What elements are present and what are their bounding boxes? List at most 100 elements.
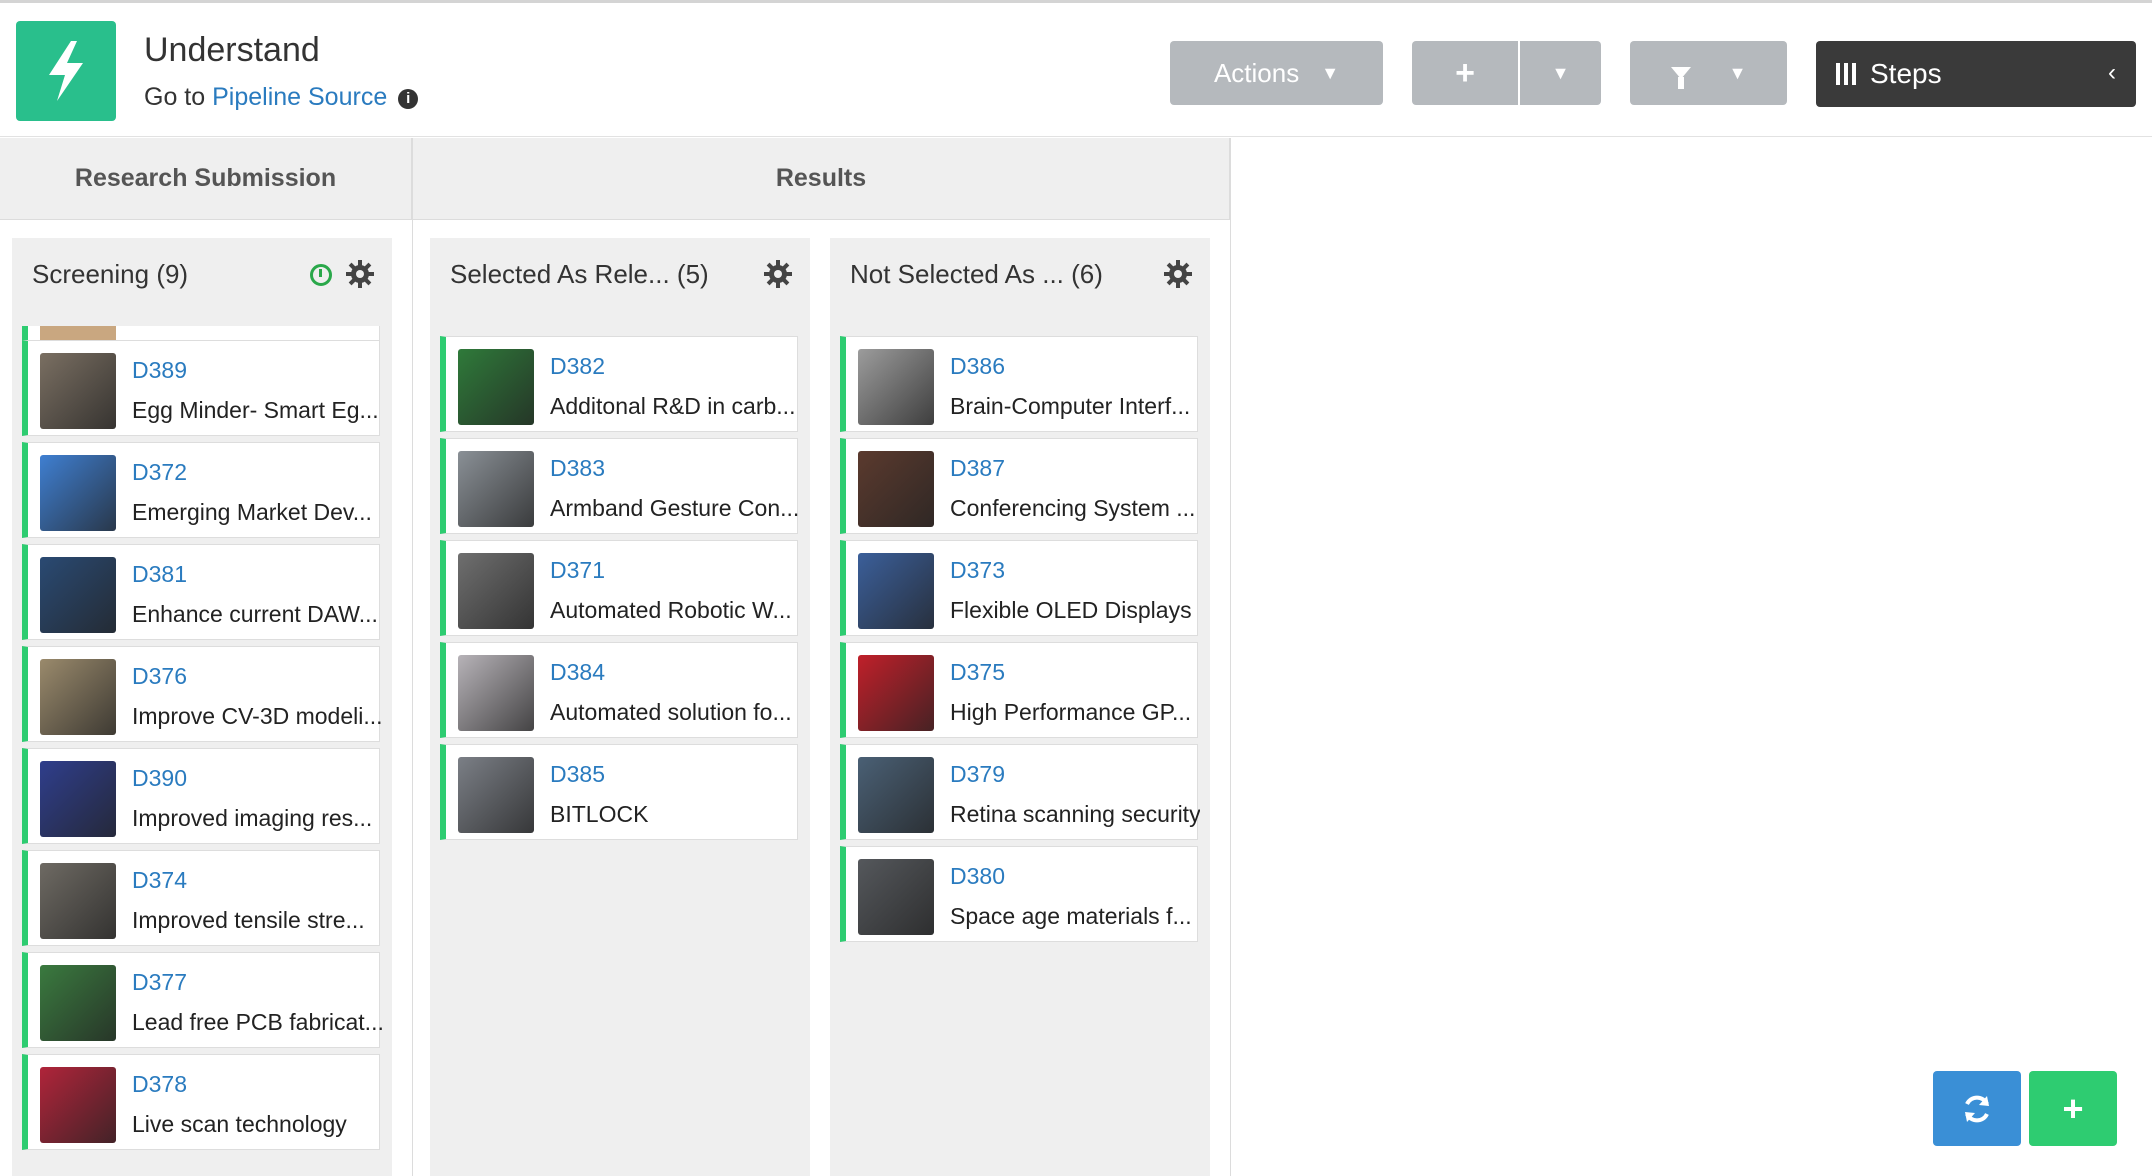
card-title: Space age materials f...: [950, 903, 1192, 929]
card-d383[interactable]: D383 Armband Gesture Con...: [440, 438, 800, 534]
card-thumbnail: [40, 353, 116, 429]
add-item-button[interactable]: +: [2029, 1071, 2117, 1146]
gear-icon[interactable]: [764, 260, 792, 288]
card-id-link[interactable]: D376: [132, 663, 187, 690]
plus-icon: +: [2062, 1087, 2084, 1129]
card-id-link[interactable]: D373: [950, 557, 1005, 584]
lane-cards: D386 Brain-Computer Interf... D387 Conferen…: [830, 326, 1210, 1176]
divider: [1230, 138, 1231, 1176]
clock-icon[interactable]: [310, 264, 332, 286]
caret-down-icon: ▼: [1321, 62, 1340, 83]
card-title: Automated Robotic W...: [550, 597, 792, 623]
card-title: Conferencing System ...: [950, 495, 1196, 521]
actions-button[interactable]: Actions ▼: [1170, 41, 1383, 105]
add-button[interactable]: +: [1412, 41, 1518, 105]
card-title: BITLOCK: [550, 801, 649, 827]
card-title: Armband Gesture Con...: [550, 495, 800, 521]
columns-icon: [1836, 63, 1856, 85]
card-id-link[interactable]: D380: [950, 863, 1005, 890]
card-title: Lead free PCB fabricat...: [132, 1009, 382, 1035]
card-d385[interactable]: D385 BITLOCK: [440, 744, 798, 840]
card-thumbnail: [40, 863, 116, 939]
card-title: Egg Minder- Smart Eg...: [132, 397, 379, 423]
card-id-link[interactable]: D375: [950, 659, 1005, 686]
card-id-link[interactable]: D384: [550, 659, 605, 686]
card-thumbnail: [40, 455, 116, 531]
card-d389[interactable]: D389 Egg Minder- Smart Eg...: [22, 340, 380, 436]
card-id-link[interactable]: D374: [132, 867, 187, 894]
lane-cards: D389 Egg Minder- Smart Eg... D372 Emerging …: [12, 326, 392, 1176]
card-id-link[interactable]: D383: [550, 455, 605, 482]
lane-screening: Screening (9) D389 Egg Minder- Smart Eg..…: [12, 238, 392, 1176]
info-icon[interactable]: i: [398, 89, 419, 109]
card-title: Retina scanning security: [950, 801, 1200, 827]
goto-line: Go to Pipeline Source i: [144, 83, 419, 112]
card-id-link[interactable]: D386: [950, 353, 1005, 380]
card-id-link[interactable]: D378: [132, 1071, 187, 1098]
card-thumbnail: [458, 655, 534, 731]
card-thumbnail: [40, 1067, 116, 1143]
card-id-link[interactable]: D381: [132, 561, 187, 588]
card-id-link[interactable]: D382: [550, 353, 605, 380]
card-id-link[interactable]: D385: [550, 761, 605, 788]
card-title: Enhance current DAW...: [132, 601, 378, 627]
card-title: Flexible OLED Displays: [950, 597, 1192, 623]
card-thumbnail: [40, 761, 116, 837]
card-d374[interactable]: D374 Improved tensile stre...: [22, 850, 380, 946]
card-d386[interactable]: D386 Brain-Computer Interf...: [840, 336, 1198, 432]
card-id-link[interactable]: D379: [950, 761, 1005, 788]
card-id-link[interactable]: D371: [550, 557, 605, 584]
gear-icon[interactable]: [346, 260, 374, 288]
card-d384[interactable]: D384 Automated solution fo...: [440, 642, 798, 738]
refresh-button[interactable]: [1933, 1071, 2021, 1146]
gear-icon[interactable]: [1164, 260, 1192, 288]
goto-prefix: Go to: [144, 83, 206, 111]
card-d379[interactable]: D379 Retina scanning security: [840, 744, 1200, 840]
pipeline-source-link[interactable]: Pipeline Source: [212, 83, 387, 111]
card-thumbnail: [458, 553, 534, 629]
actions-label: Actions: [1213, 57, 1300, 88]
card-d390[interactable]: D390 Improved imaging res...: [22, 748, 380, 844]
card-d371[interactable]: D371 Automated Robotic W...: [440, 540, 798, 636]
lane-title: Selected As Rele...: [450, 258, 670, 289]
card-id-link[interactable]: D389: [132, 357, 187, 384]
card-d378[interactable]: D378 Live scan technology: [22, 1054, 380, 1150]
lane-cards: D382 Additonal R&D in carb... D383 Armband …: [430, 326, 810, 1176]
lane-count: (9): [156, 258, 189, 289]
card-title: Improved imaging res...: [132, 805, 373, 831]
card-d387[interactable]: D387 Conferencing System ...: [840, 438, 1198, 534]
card-title: Improve CV-3D modeli...: [132, 703, 382, 729]
results-header: Results: [413, 138, 1230, 220]
card-d375[interactable]: D375 High Performance GP...: [840, 642, 1198, 738]
steps-button[interactable]: Steps ‹: [1816, 41, 2136, 107]
lane-header: Selected As Rele... (5): [430, 238, 810, 310]
lightning-icon: [49, 41, 83, 101]
card-d377[interactable]: D377 Lead free PCB fabricat...: [22, 952, 382, 1048]
lane-title: Screening: [32, 258, 150, 289]
card-title: Live scan technology: [132, 1111, 347, 1137]
card-id-link[interactable]: D390: [132, 765, 187, 792]
card-d382[interactable]: D382 Additonal R&D in carb...: [440, 336, 798, 432]
card-d373[interactable]: D373 Flexible OLED Displays: [840, 540, 1198, 636]
research-submission-header: Research Submission: [0, 138, 412, 220]
card-thumbnail: [858, 349, 934, 425]
card-title: Additonal R&D in carb...: [550, 393, 796, 419]
card-d376[interactable]: D376 Improve CV-3D modeli...: [22, 646, 382, 742]
caret-down-icon: ▼: [1551, 62, 1570, 83]
card-d381[interactable]: D381 Enhance current DAW...: [22, 544, 380, 640]
caret-down-icon: ▼: [1728, 62, 1747, 83]
card-thumbnail: [858, 655, 934, 731]
page-title: Understand: [144, 31, 320, 69]
card-d380[interactable]: D380 Space age materials f...: [840, 846, 1198, 942]
top-header: Understand Go to Pipeline Source i Actio…: [0, 0, 2152, 137]
card-id-link[interactable]: D387: [950, 455, 1005, 482]
card-id-link[interactable]: D372: [132, 459, 187, 486]
card-id-link[interactable]: D377: [132, 969, 187, 996]
app-logo: [16, 21, 116, 121]
chevron-left-icon: ‹: [2108, 59, 2116, 86]
filter-button[interactable]: ▼: [1630, 41, 1787, 105]
add-dropdown-button[interactable]: ▼: [1520, 41, 1601, 105]
card-d372[interactable]: D372 Emerging Market Dev...: [22, 442, 380, 538]
card-thumbnail: [40, 659, 116, 735]
card-title: Improved tensile stre...: [132, 907, 365, 933]
